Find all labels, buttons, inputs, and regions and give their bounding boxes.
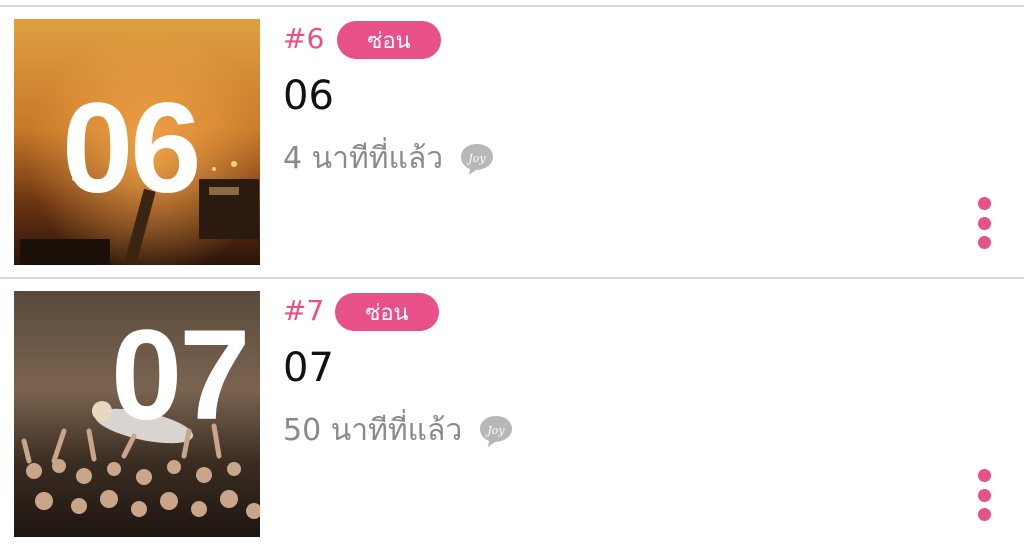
time-ago: 4 นาทีที่แล้ว bbox=[283, 141, 444, 176]
list-item[interactable]: 07 #7 ซ่อน 07 50 นาทีที่แล้ว Joy bbox=[0, 279, 1024, 550]
more-dot bbox=[977, 197, 991, 210]
rank-label: #7 bbox=[283, 294, 325, 327]
album-thumbnail[interactable]: 07 bbox=[14, 291, 260, 537]
svg-text:Joy: Joy bbox=[466, 152, 486, 165]
more-dot bbox=[977, 488, 991, 502]
more-options-button[interactable] bbox=[966, 463, 1002, 527]
more-dot bbox=[977, 216, 991, 230]
list-item[interactable]: 06 #6 ซ่อน 06 4 นาทีที่แล้ว Joy bbox=[0, 7, 1024, 279]
joy-chat-icon: Joy bbox=[459, 142, 495, 176]
more-options-button[interactable] bbox=[966, 191, 1002, 255]
time-ago: 50 นาทีที่แล้ว bbox=[283, 413, 463, 448]
song-title[interactable]: 06 bbox=[283, 73, 334, 119]
song-list: 06 #6 ซ่อน 06 4 นาทีที่แล้ว Joy 07 #7 ซ่… bbox=[0, 0, 1024, 550]
joy-chat-icon: Joy bbox=[478, 414, 514, 448]
hide-button[interactable]: ซ่อน bbox=[337, 21, 441, 59]
hide-button[interactable]: ซ่อน bbox=[335, 293, 439, 331]
more-dot bbox=[977, 236, 991, 249]
rank-label: #6 bbox=[283, 22, 325, 55]
thumbnail-number: 06 bbox=[62, 77, 201, 220]
thumbnail-number: 07 bbox=[111, 304, 250, 447]
song-title[interactable]: 07 bbox=[283, 345, 334, 391]
more-dot bbox=[977, 508, 991, 521]
album-thumbnail[interactable]: 06 bbox=[14, 19, 260, 265]
time-row: 50 นาทีที่แล้ว Joy bbox=[283, 407, 514, 454]
more-dot bbox=[977, 469, 991, 482]
svg-text:Joy: Joy bbox=[486, 424, 506, 437]
time-row: 4 นาทีที่แล้ว Joy bbox=[283, 135, 495, 182]
